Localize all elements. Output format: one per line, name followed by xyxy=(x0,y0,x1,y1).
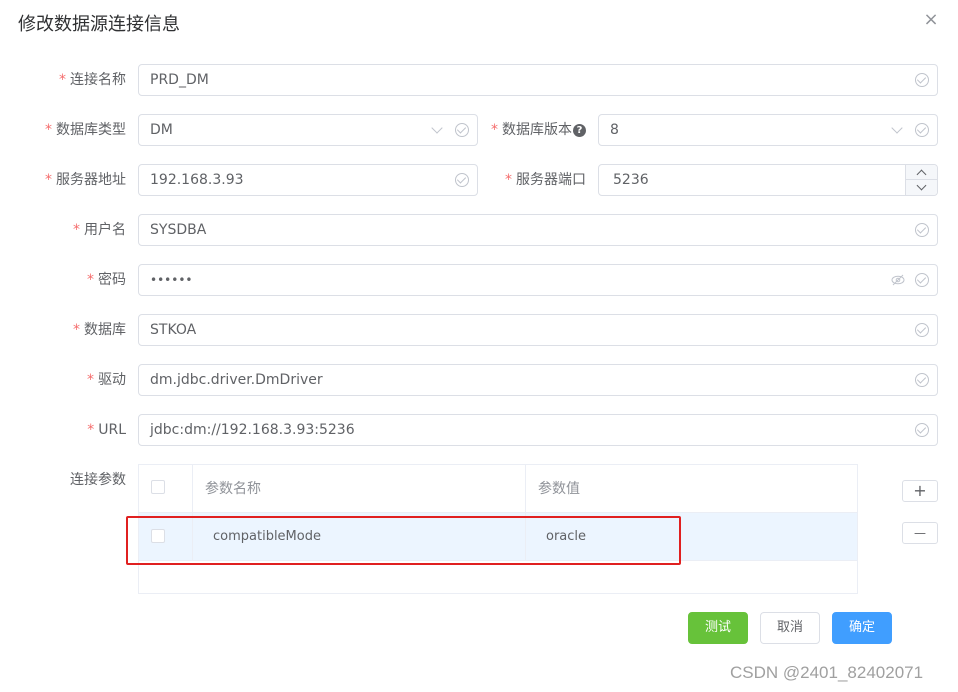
db-version-label: * 数据库版本? xyxy=(488,114,586,146)
dialog-title: 修改数据源连接信息 xyxy=(18,14,180,35)
increase-icon[interactable] xyxy=(906,165,937,180)
password-value: •••••• xyxy=(150,273,193,287)
cancel-button[interactable]: 取消 xyxy=(760,612,820,644)
connection-name-value: PRD_DM xyxy=(150,72,209,88)
connection-name-label: * 连接名称 xyxy=(59,72,126,88)
database-label: * 数据库 xyxy=(73,322,126,338)
driver-value: dm.jdbc.driver.DmDriver xyxy=(150,372,323,388)
add-param-button[interactable]: + xyxy=(902,480,938,502)
database-value: STKOA xyxy=(150,322,197,338)
db-type-value: DM xyxy=(150,122,173,138)
check-circle-icon xyxy=(915,273,929,287)
server-address-value: 192.168.3.93 xyxy=(150,172,244,188)
chevron-down-icon xyxy=(431,122,443,134)
check-circle-icon xyxy=(915,223,929,237)
param-value-header: 参数值 xyxy=(538,481,580,497)
test-button[interactable]: 测试 xyxy=(688,612,748,644)
param-name-header: 参数名称 xyxy=(205,481,261,497)
server-address-label: * 服务器地址 xyxy=(45,172,126,188)
password-input[interactable]: •••••• xyxy=(138,264,938,296)
driver-input[interactable]: dm.jdbc.driver.DmDriver xyxy=(138,364,938,396)
confirm-button[interactable]: 确定 xyxy=(832,612,892,644)
check-circle-icon xyxy=(455,173,469,187)
check-circle-icon xyxy=(915,423,929,437)
port-stepper xyxy=(905,165,937,195)
select-all-checkbox[interactable] xyxy=(151,480,165,494)
url-value: jdbc:dm://192.168.3.93:5236 xyxy=(150,422,355,438)
highlight-annotation xyxy=(126,516,681,565)
database-input[interactable]: STKOA xyxy=(138,314,938,346)
remove-param-button[interactable]: — xyxy=(902,522,938,544)
eye-off-icon[interactable] xyxy=(891,274,905,286)
db-type-label: * 数据库类型 xyxy=(45,122,126,138)
check-circle-icon xyxy=(915,373,929,387)
params-table-header: 参数名称 参数值 xyxy=(139,465,857,513)
username-input[interactable]: SYSDBA xyxy=(138,214,938,246)
check-circle-icon xyxy=(915,123,929,137)
question-icon[interactable]: ? xyxy=(573,123,586,137)
check-circle-icon xyxy=(455,123,469,137)
params-label: 连接参数 xyxy=(70,472,126,488)
db-type-select[interactable]: DM xyxy=(138,114,478,146)
server-address-input[interactable]: 192.168.3.93 xyxy=(138,164,478,196)
chevron-down-icon xyxy=(891,122,903,134)
watermark: CSDN @2401_82402071 xyxy=(730,663,924,682)
server-port-input[interactable]: 5236 xyxy=(598,164,938,196)
password-label: * 密码 xyxy=(87,272,126,288)
username-label: * 用户名 xyxy=(73,222,126,238)
db-version-select[interactable]: 8 xyxy=(598,114,938,146)
check-circle-icon xyxy=(915,73,929,87)
db-version-value: 8 xyxy=(610,122,619,138)
check-circle-icon xyxy=(915,323,929,337)
close-icon[interactable]: × xyxy=(922,10,940,30)
url-label: * URL xyxy=(87,422,126,438)
connection-name-input[interactable]: PRD_DM xyxy=(138,64,938,96)
username-value: SYSDBA xyxy=(150,222,207,238)
server-port-label: * 服务器端口 xyxy=(505,172,586,188)
driver-label: * 驱动 xyxy=(87,372,126,388)
server-port-value: 5236 xyxy=(613,172,649,188)
url-input[interactable]: jdbc:dm://192.168.3.93:5236 xyxy=(138,414,938,446)
edit-datasource-dialog: 修改数据源连接信息 × * 连接名称 PRD_DM * 数据库类型 DM * 数据库版… xyxy=(0,0,958,692)
decrease-icon[interactable] xyxy=(906,180,937,195)
